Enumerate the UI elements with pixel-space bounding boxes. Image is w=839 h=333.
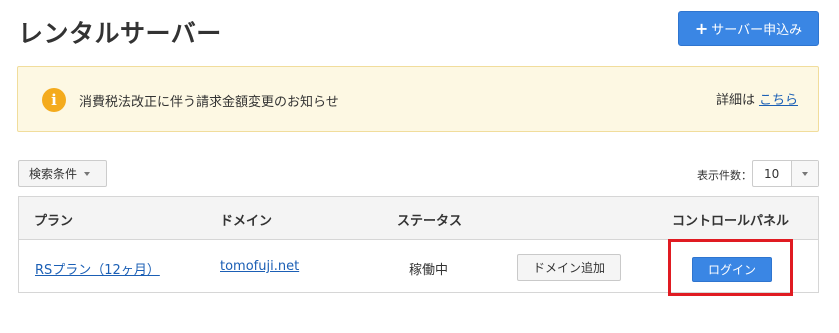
display-count-value: 10 [764, 166, 780, 181]
notice-banner: i 消費税法改正に伴う請求金額変更のお知らせ 詳細は こちら [17, 66, 819, 132]
notice-detail-link[interactable]: こちら [759, 93, 798, 108]
search-conditions-dropdown[interactable]: 検索条件 [18, 160, 107, 187]
notice-detail: 詳細は こちら [716, 89, 798, 108]
highlight-box [668, 239, 793, 296]
chevron-down-icon [84, 171, 91, 176]
header-domain: ドメイン [220, 214, 273, 229]
plus-icon: + [694, 18, 709, 38]
display-count-select[interactable]: 10 [752, 160, 819, 187]
server-apply-label: サーバー申込み [711, 23, 803, 38]
header-status: ステータス [397, 214, 463, 229]
display-count-label: 表示件数： [697, 169, 752, 182]
display-count-toggle[interactable] [791, 161, 818, 186]
server-apply-button[interactable]: + サーバー申込み [678, 11, 819, 46]
notice-detail-label: 詳細は [715, 93, 755, 108]
notice-text: 消費税法改正に伴う請求金額変更のお知らせ [79, 95, 339, 110]
domain-link[interactable]: tomofuji.net [220, 259, 299, 274]
info-icon: i [42, 88, 66, 112]
page-title: レンタルサーバー [18, 19, 222, 48]
search-conditions-label: 検索条件 [29, 167, 78, 181]
chevron-down-icon [802, 171, 808, 176]
plan-link[interactable]: RSプラン（12ヶ月） [35, 259, 160, 278]
status-text: 稼働中 [409, 263, 449, 278]
header-control-panel: コントロールパネル [672, 214, 790, 229]
rental-server-page: レンタルサーバー + サーバー申込み i 消費税法改正に伴う請求金額変更のお知ら… [0, 0, 839, 333]
header-plan: プラン [34, 214, 74, 229]
table-header-row: プラン ドメイン ステータス コントロールパネル [19, 197, 818, 240]
add-domain-button[interactable]: ドメイン追加 [517, 254, 621, 281]
